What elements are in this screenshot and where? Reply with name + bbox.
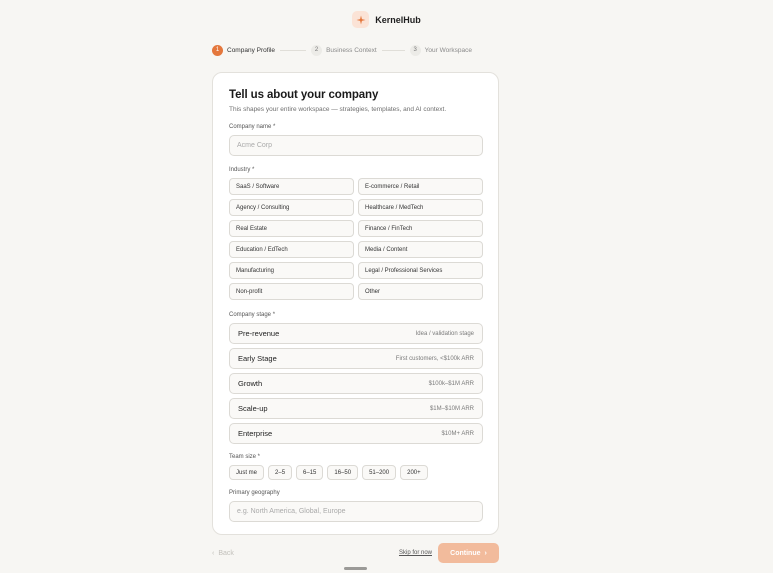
- industry-option[interactable]: SaaS / Software: [229, 178, 354, 195]
- industry-option[interactable]: Real Estate: [229, 220, 354, 237]
- team-size-options: Just me 2–5 6–15 16–50 51–200 200+: [229, 465, 482, 480]
- team-size-label: Team size *: [229, 454, 261, 460]
- team-size-option[interactable]: 6–15: [296, 465, 324, 480]
- company-stage-label: Company stage *: [229, 312, 276, 318]
- company-name-label: Company name *: [229, 124, 276, 130]
- stage-name: Enterprise: [238, 429, 273, 438]
- back-button[interactable]: ‹ Back: [212, 550, 234, 557]
- continue-button[interactable]: Continue ›: [438, 543, 499, 563]
- sparkle-icon: [352, 11, 370, 28]
- industry-label: Industry *: [229, 167, 255, 173]
- industry-option[interactable]: Non-profit: [229, 283, 354, 300]
- geography-input[interactable]: e.g. North America, Global, Europe: [229, 501, 483, 522]
- industry-option[interactable]: E-commerce / Retail: [358, 178, 483, 195]
- company-name-input[interactable]: Acme Corp: [229, 135, 483, 156]
- skip-link[interactable]: Skip for now: [399, 550, 432, 556]
- stage-name: Early Stage: [238, 354, 277, 363]
- stage-description: $10M+ ARR: [441, 430, 474, 437]
- brand-header: KernelHub: [0, 11, 773, 28]
- company-stage-options: Pre-revenue Idea / validation stage Earl…: [229, 323, 483, 444]
- industry-option[interactable]: Manufacturing: [229, 262, 354, 279]
- step-number: 1: [212, 44, 223, 56]
- stage-description: Idea / validation stage: [415, 330, 474, 337]
- back-label: Back: [218, 549, 234, 557]
- form-footer: ‹ Back Skip for now Continue ›: [212, 543, 499, 563]
- step-divider: [381, 49, 405, 51]
- step-your-workspace[interactable]: 3 Your Workspace: [409, 44, 472, 56]
- stage-option-early[interactable]: Early Stage First customers, <$100k ARR: [229, 348, 483, 369]
- chevron-left-icon: ‹: [212, 549, 215, 557]
- stage-name: Scale-up: [238, 404, 268, 413]
- stage-option-enterprise[interactable]: Enterprise $10M+ ARR: [229, 423, 483, 444]
- step-label: Company Profile: [227, 46, 276, 54]
- company-name-placeholder: Acme Corp: [237, 142, 273, 149]
- step-divider: [280, 49, 307, 51]
- industry-option[interactable]: Education / EdTech: [229, 241, 354, 258]
- geography-placeholder: e.g. North America, Global, Europe: [237, 508, 346, 515]
- industry-option[interactable]: Other: [358, 283, 483, 300]
- company-profile-card: Tell us about your company This shapes y…: [212, 72, 499, 535]
- step-number: 2: [311, 44, 323, 56]
- industry-option[interactable]: Agency / Consulting: [229, 199, 354, 216]
- step-label: Business Context: [326, 46, 377, 54]
- chevron-right-icon: ›: [484, 549, 487, 557]
- industry-option[interactable]: Healthcare / MedTech: [358, 199, 483, 216]
- industry-option[interactable]: Media / Content: [358, 241, 483, 258]
- stage-description: $100k–$1M ARR: [428, 380, 474, 387]
- step-number: 3: [409, 44, 421, 56]
- stage-description: First customers, <$100k ARR: [395, 355, 474, 362]
- stage-option-growth[interactable]: Growth $100k–$1M ARR: [229, 373, 483, 394]
- step-business-context[interactable]: 2 Business Context: [311, 44, 377, 56]
- step-company-profile[interactable]: 1 Company Profile: [212, 44, 276, 56]
- team-size-option[interactable]: 2–5: [268, 465, 293, 480]
- onboarding-stepper: 1 Company Profile 2 Business Context 3 Y…: [212, 44, 499, 56]
- stage-name: Pre-revenue: [238, 329, 280, 338]
- brand-name: KernelHub: [375, 14, 421, 25]
- industry-options: SaaS / Software E-commerce / Retail Agen…: [229, 178, 483, 300]
- page-subtitle: This shapes your entire workspace — stra…: [229, 106, 447, 113]
- page-title: Tell us about your company: [229, 89, 379, 101]
- scrollbar-handle[interactable]: [344, 567, 367, 570]
- stage-description: $1M–$10M ARR: [429, 405, 474, 412]
- continue-label: Continue: [450, 549, 481, 557]
- footer-actions: Skip for now Continue ›: [399, 543, 499, 563]
- stage-option-scale-up[interactable]: Scale-up $1M–$10M ARR: [229, 398, 483, 419]
- team-size-option[interactable]: 51–200: [362, 465, 397, 480]
- team-size-option[interactable]: 200+: [400, 465, 428, 480]
- stage-option-pre-revenue[interactable]: Pre-revenue Idea / validation stage: [229, 323, 483, 344]
- geography-label: Primary geography: [229, 490, 280, 496]
- team-size-option[interactable]: 16–50: [327, 465, 359, 480]
- industry-option[interactable]: Finance / FinTech: [358, 220, 483, 237]
- step-label: Your Workspace: [424, 46, 472, 54]
- industry-option[interactable]: Legal / Professional Services: [358, 262, 483, 279]
- stage-name: Growth: [238, 379, 263, 388]
- team-size-option[interactable]: Just me: [229, 465, 265, 480]
